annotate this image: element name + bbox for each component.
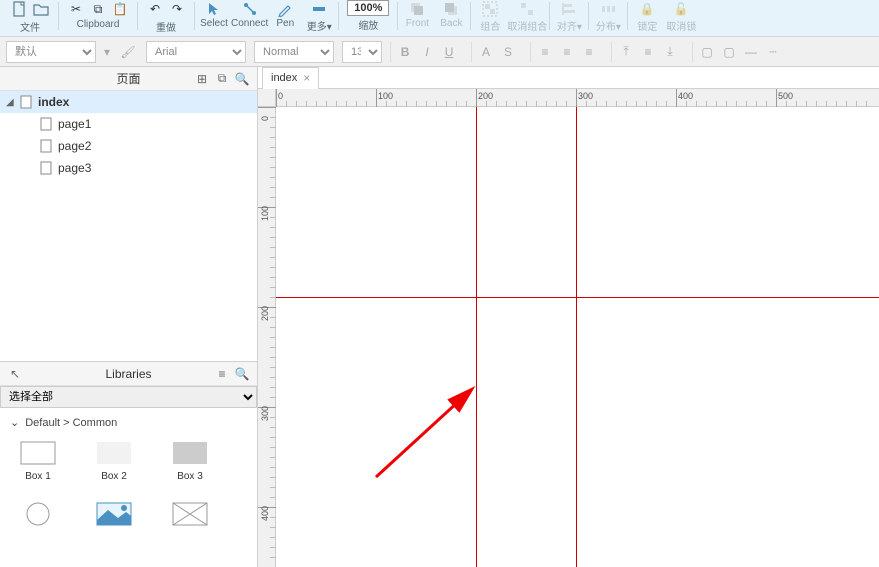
align-right-icon[interactable]: ≡ (579, 42, 599, 62)
horizontal-guide[interactable] (276, 297, 879, 298)
libraries-scroll[interactable]: ⌄ Default > Common Box 1 Box 2 Box 3 (0, 408, 257, 567)
more-tools[interactable]: 更多▾ (302, 0, 336, 34)
tree-item-label: page3 (58, 161, 91, 175)
ruler-corner (258, 89, 276, 107)
zoom-label: 缩放 (358, 17, 378, 32)
clipboard-group-label: Clipboard (77, 19, 120, 30)
add-page-icon[interactable]: ⊞ (195, 72, 209, 86)
undo-icon[interactable]: ↶ (146, 0, 164, 18)
style-select[interactable]: 默认 (6, 41, 96, 63)
add-folder-icon[interactable]: ⧉ (215, 72, 229, 86)
border-style-icon[interactable]: ┄ (763, 42, 783, 62)
lock-button[interactable]: 🔒 锁定 (630, 0, 664, 34)
font-name-select[interactable]: Arial (146, 41, 246, 63)
shape-ellipse[interactable] (10, 502, 66, 526)
menu-icon[interactable]: ≡ (215, 367, 229, 381)
canvas-tabs: index × (258, 67, 879, 89)
page-icon (20, 95, 34, 109)
select-tool[interactable]: Select (197, 0, 231, 34)
valign-mid-icon[interactable]: ≡ (638, 42, 658, 62)
page-icon (40, 117, 54, 131)
border-color-icon[interactable]: ▢ (719, 42, 739, 62)
vertical-ruler[interactable]: 0100200300400 (258, 107, 276, 567)
font-weight-select[interactable]: Normal (254, 41, 334, 63)
connect-tool[interactable]: Connect (231, 0, 268, 34)
font-size-select[interactable]: 13 (342, 41, 382, 63)
library-category[interactable]: ⌄ Default > Common (0, 408, 257, 437)
horizontal-ruler[interactable]: 0100200300400500 (276, 89, 879, 107)
underline-icon[interactable]: U (439, 42, 459, 62)
undo-group-label: 重做 (156, 19, 176, 34)
shape-box1[interactable]: Box 1 (10, 441, 66, 482)
collapse-icon[interactable]: ↖ (8, 367, 22, 381)
italic-icon[interactable]: I (417, 42, 437, 62)
align-button[interactable]: 对齐▾ (552, 0, 586, 34)
pages-panel-title: 页面 (116, 70, 140, 87)
vertical-guide[interactable] (476, 107, 477, 567)
pen-tool[interactable]: Pen (268, 0, 302, 34)
distribute-button[interactable]: 分布▾ (591, 0, 625, 34)
libraries-panel-header: ↖ Libraries ≡ 🔍 (0, 362, 257, 386)
shape-box2[interactable]: Box 2 (86, 441, 142, 482)
tree-item-index[interactable]: ◢ index (0, 91, 257, 113)
cut-icon[interactable]: ✂ (67, 0, 85, 18)
zoom-value[interactable]: 100% (347, 0, 389, 16)
redo-icon[interactable]: ↷ (168, 0, 186, 18)
format-painter-icon[interactable]: 🖌 (118, 42, 138, 62)
new-file-icon[interactable] (10, 0, 28, 18)
library-select[interactable]: 选择全部 (0, 386, 257, 408)
vertical-guide[interactable] (576, 107, 577, 567)
shape-image[interactable] (86, 502, 142, 526)
tree-item-page3[interactable]: page3 (0, 157, 257, 179)
caret-icon[interactable]: ◢ (6, 97, 16, 108)
align-left-icon[interactable]: ≡ (535, 42, 555, 62)
tree-item-label: index (38, 95, 69, 109)
tree-item-page2[interactable]: page2 (0, 135, 257, 157)
tree-item-label: page1 (58, 117, 91, 131)
align-center-icon[interactable]: ≡ (557, 42, 577, 62)
search-libraries-icon[interactable]: 🔍 (235, 367, 249, 381)
ribbon: 文件 ✂ ⧉ 📋 Clipboard ↶ ↷ 重做 Select Connect… (0, 0, 879, 37)
send-back[interactable]: Back (434, 0, 468, 34)
fill-color-icon[interactable]: ▢ (697, 42, 717, 62)
canvas[interactable] (276, 107, 879, 567)
format-toolbar: 默认 ▾ 🖌 Arial Normal 13 B I U A S ≡ ≡ ≡ ⤒… (0, 37, 879, 67)
strike-icon[interactable]: S (498, 42, 518, 62)
search-pages-icon[interactable]: 🔍 (235, 72, 249, 86)
pages-tree: ◢ index page1 page2 page3 (0, 91, 257, 361)
bring-front[interactable]: Front (400, 0, 434, 34)
valign-bot-icon[interactable]: ⤓ (660, 42, 680, 62)
valign-top-icon[interactable]: ⤒ (616, 42, 636, 62)
page-icon (40, 139, 54, 153)
unlock-button[interactable]: 🔓 取消锁 (664, 0, 698, 34)
tree-item-label: page2 (58, 139, 91, 153)
tree-item-page1[interactable]: page1 (0, 113, 257, 135)
close-tab-icon[interactable]: × (303, 71, 310, 85)
annotation-arrow (276, 107, 879, 567)
open-file-icon[interactable] (32, 0, 50, 18)
page-icon (40, 161, 54, 175)
bold-icon[interactable]: B (395, 42, 415, 62)
tab-label: index (271, 72, 297, 84)
paste-icon[interactable]: 📋 (111, 0, 129, 18)
shape-box3[interactable]: Box 3 (162, 441, 218, 482)
chevron-down-icon: ⌄ (10, 416, 19, 429)
shape-placeholder[interactable] (162, 502, 218, 526)
libraries-panel-title: Libraries (105, 367, 151, 381)
font-color-icon[interactable]: A (476, 42, 496, 62)
group-button[interactable]: 组合 (473, 0, 507, 34)
copy-icon[interactable]: ⧉ (89, 0, 107, 18)
pages-panel-header: 页面 ⊞ ⧉ 🔍 (0, 67, 257, 91)
tab-index[interactable]: index × (262, 67, 319, 89)
file-group-label: 文件 (20, 19, 40, 34)
ungroup-button[interactable]: 取消组合 (507, 0, 547, 34)
border-width-icon[interactable]: — (741, 42, 761, 62)
